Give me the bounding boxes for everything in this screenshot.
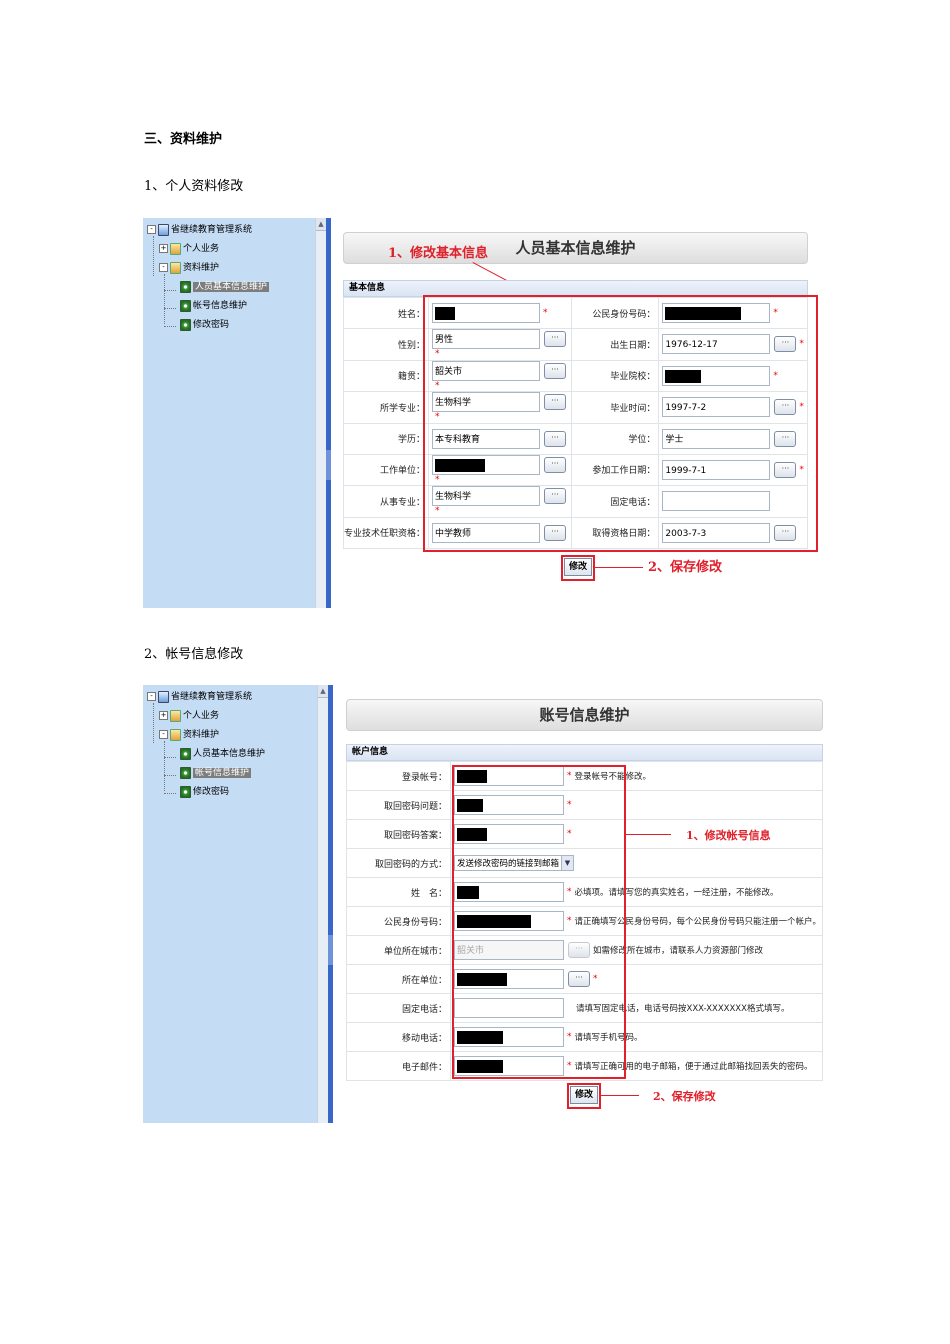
field-label: 学历： (342, 422, 430, 455)
folder-icon (170, 709, 181, 722)
leaf-icon (180, 766, 191, 779)
annotation-save: 2、保存修改 (648, 560, 723, 575)
computer-icon (158, 690, 169, 703)
tree-scrollbar[interactable]: ▲ (317, 685, 328, 1123)
folder-icon (170, 242, 181, 255)
subsection-heading-1: 1、个人资料修改 (144, 179, 244, 194)
field-label: 从事专业： (342, 485, 430, 518)
panel-splitter[interactable] (328, 685, 333, 1123)
tree-root[interactable]: - 省继续教育管理系统 (147, 223, 252, 237)
save-button[interactable]: 修改 (564, 558, 592, 576)
tree-item-personal[interactable]: + 个人业务 (159, 242, 219, 256)
save-button[interactable]: 修改 (570, 1086, 598, 1104)
field-label: 电子邮件： (346, 1051, 451, 1081)
page-title: 账号信息维护 (539, 706, 630, 724)
screenshot-personal-info: - 省继续教育管理系统 + 个人业务 - 资料维护 人员基本信息维护 帐号信息维护 修… (143, 218, 823, 608)
computer-icon (158, 223, 169, 236)
field-label: 固定电话： (346, 993, 451, 1023)
leaf-icon (180, 280, 191, 293)
annotation-modify-account: 1、修改帐号信息 (686, 829, 771, 842)
field-label: 籍贯： (342, 359, 430, 392)
field-label: 登录帐号： (346, 761, 451, 791)
field-label: 公民身份号码： (346, 906, 451, 936)
highlight-edit-area (423, 295, 818, 552)
tree-item-basic-info[interactable]: 人员基本信息维护 (180, 280, 270, 294)
tree-root[interactable]: - 省继续教育管理系统 (147, 690, 252, 704)
annotation-save: 2、保存修改 (653, 1090, 716, 1103)
tree-item-account-info[interactable]: 帐号信息维护 (180, 299, 247, 313)
section-heading: 三、资料维护 (144, 132, 223, 147)
tree-item-change-password[interactable]: 修改密码 (180, 318, 229, 332)
annotation-modify-basic: 1、修改基本信息 (388, 246, 489, 261)
highlight-edit-area (452, 765, 626, 1079)
field-label: 工作单位： (342, 453, 430, 486)
tree-scrollbar[interactable]: ▲ (315, 218, 326, 608)
navigation-tree: - 省继续教育管理系统 + 个人业务 - 资料维护 人员基本信息维护 帐号信息维护 修… (143, 685, 317, 1123)
page-title: 人员基本信息维护 (515, 239, 636, 257)
tree-item-maintenance[interactable]: - 资料维护 (159, 261, 219, 275)
leaf-icon (180, 785, 191, 798)
field-label: 取回密码问题： (346, 790, 451, 820)
panel-splitter[interactable] (326, 218, 331, 608)
field-label: 取回密码的方式： (346, 848, 451, 878)
tree-item-basic-info[interactable]: 人员基本信息维护 (180, 747, 265, 761)
page-title-bar: 账号信息维护 (346, 699, 823, 731)
tree-item-change-password[interactable]: 修改密码 (180, 785, 229, 799)
scroll-up-icon[interactable]: ▲ (316, 218, 326, 231)
field-label: 姓名： (342, 297, 430, 329)
tree-item-account-info[interactable]: 帐号信息维护 (180, 766, 252, 780)
field-label: 性别： (342, 328, 430, 361)
leaf-icon (180, 299, 191, 312)
tree-item-personal[interactable]: + 个人业务 (159, 709, 219, 723)
screenshot-account-info: - 省继续教育管理系统 + 个人业务 - 资料维护 人员基本信息维护 帐号信息维护 修… (143, 685, 828, 1123)
tree-item-maintenance[interactable]: - 资料维护 (159, 728, 219, 742)
section-account-info: 帐户信息 (346, 744, 823, 761)
field-label: 所在单位： (346, 964, 451, 994)
folder-icon (170, 261, 181, 274)
leaf-icon (180, 318, 191, 331)
folder-icon (170, 728, 181, 741)
field-label: 所学专业： (342, 391, 430, 424)
field-label: 姓 名： (346, 877, 451, 907)
scroll-up-icon[interactable]: ▲ (318, 685, 328, 698)
navigation-tree: - 省继续教育管理系统 + 个人业务 - 资料维护 人员基本信息维护 帐号信息维护 修… (143, 218, 315, 608)
field-label: 专业技术任职资格： (342, 516, 430, 549)
leaf-icon (180, 747, 191, 760)
field-label: 移动电话： (346, 1022, 451, 1052)
field-label: 取回密码答案： (346, 819, 451, 849)
field-label: 单位所在城市： (346, 935, 451, 965)
subsection-heading-2: 2、帐号信息修改 (144, 647, 244, 662)
